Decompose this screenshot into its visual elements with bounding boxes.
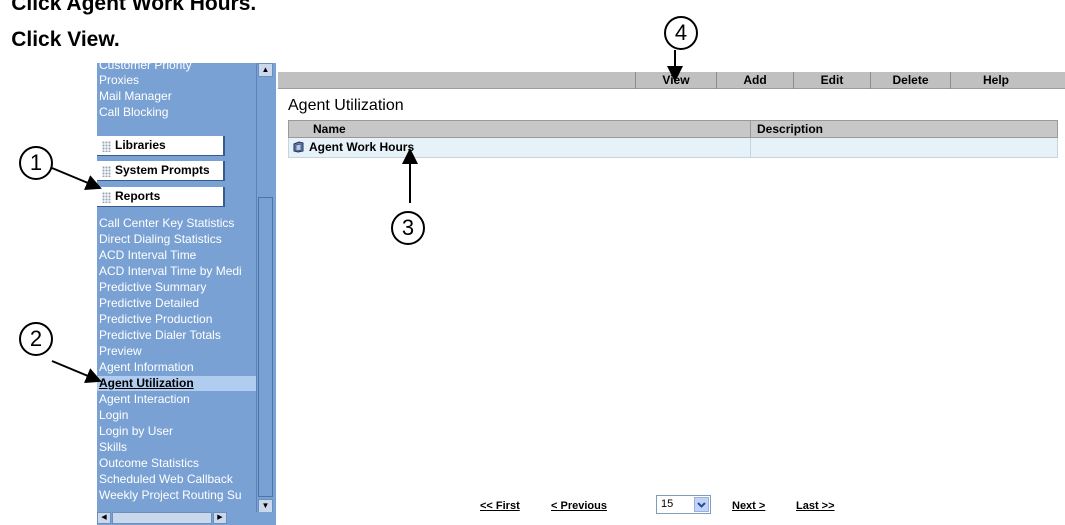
callout-4: 4	[664, 16, 698, 50]
callout-1: 1	[19, 146, 53, 180]
callout-2: 2	[19, 322, 53, 356]
callout-3: 3	[391, 211, 425, 245]
callout-1-arrow	[51, 167, 102, 190]
callout-2-arrow	[51, 360, 102, 383]
annotation-arrows	[51, 50, 683, 383]
